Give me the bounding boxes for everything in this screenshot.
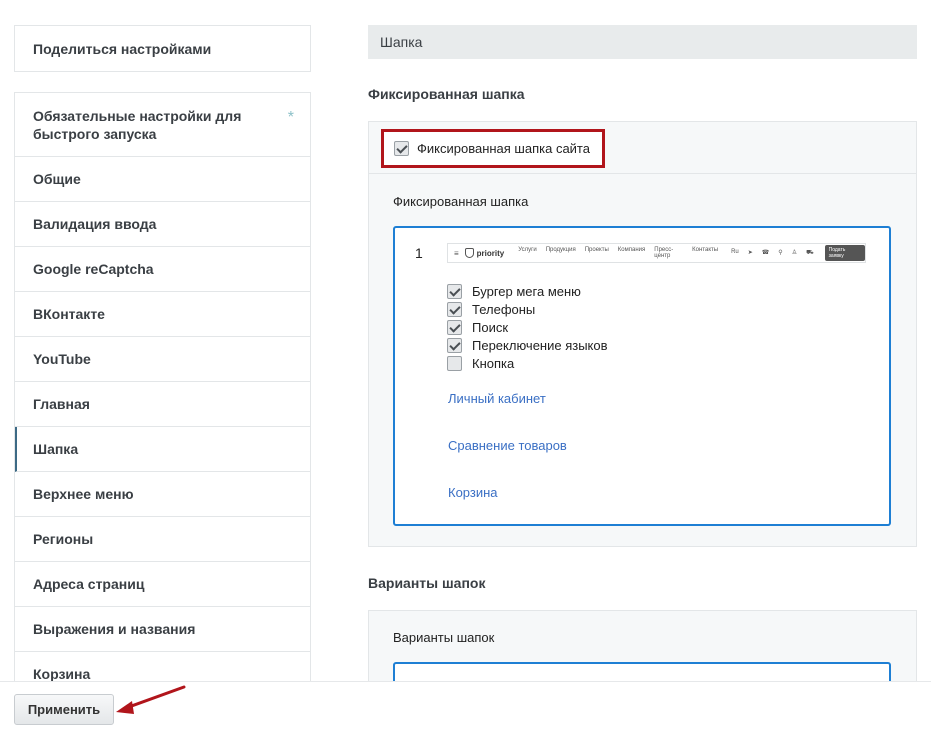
fixed-header-panel: Фиксированная шапка сайта Фиксированная …: [368, 121, 917, 547]
sidebar-item-label: Корзина: [33, 666, 91, 682]
fixed-header-checkbox-label: Фиксированная шапка сайта: [417, 141, 590, 156]
sidebar-item-vkontakte[interactable]: ВКонтакте: [15, 292, 310, 337]
preview-nav-item: Компания: [617, 247, 646, 253]
sidebar-item-label: Google reCaptcha: [33, 261, 154, 277]
option-checkbox[interactable]: [447, 337, 462, 353]
share-settings-label: Поделиться настройками: [33, 41, 212, 57]
sidebar-item-top-menu[interactable]: Верхнее меню: [15, 472, 310, 517]
option-checkbox[interactable]: [447, 355, 462, 371]
option-checkbox[interactable]: [447, 283, 462, 299]
sidebar-item-phrases[interactable]: Выражения и названия: [15, 607, 310, 652]
preview-nav-item: Продукция: [545, 247, 576, 253]
shield-icon: [464, 248, 474, 258]
option-language-switch[interactable]: Переключение языков: [447, 336, 608, 354]
sidebar-item-label: ВКонтакте: [33, 306, 105, 322]
option-burger-menu[interactable]: Бургер мега меню: [447, 282, 608, 300]
header-variants-panel-label: Варианты шапок: [393, 630, 495, 645]
sidebar-item-header[interactable]: Шапка: [15, 427, 310, 472]
preview-request-button: Подать заявку: [824, 245, 865, 261]
sidebar-item-quick-start[interactable]: Обязательные настройки для быстрого запу…: [15, 93, 310, 157]
sidebar-item-recaptcha[interactable]: Google reCaptcha: [15, 247, 310, 292]
option-search[interactable]: Поиск: [447, 318, 608, 336]
fixed-header-toggle-row: Фиксированная шапка сайта: [369, 122, 916, 174]
preview-nav-item: Пресс-центр: [654, 247, 674, 259]
preview-nav: Услуги Продукция Проекты Компания Пресс-…: [518, 247, 727, 259]
fixed-header-heading: Фиксированная шапка: [368, 86, 525, 102]
sidebar-item-regions[interactable]: Регионы: [15, 517, 310, 562]
option-button[interactable]: Кнопка: [447, 354, 608, 372]
sidebar-item-label: Адреса страниц: [33, 576, 145, 592]
fixed-header-panel-label: Фиксированная шапка: [393, 194, 529, 209]
sidebar-item-youtube[interactable]: YouTube: [15, 337, 310, 382]
preview-logo-text: priority: [476, 248, 505, 258]
sidebar-item-label: Выражения и названия: [33, 621, 196, 637]
link-compare-products[interactable]: Сравнение товаров: [448, 438, 567, 453]
option-label: Переключение языков: [472, 337, 608, 353]
preview-nav-item: Услуги: [518, 247, 537, 253]
header-preview: ≡ priority Услуги Продукция Проекты Комп…: [447, 243, 866, 263]
sidebar-item-label: Шапка: [33, 441, 79, 457]
fixed-header-checkbox-highlight[interactable]: Фиксированная шапка сайта: [381, 129, 605, 168]
sidebar-item-general[interactable]: Общие: [15, 157, 310, 202]
section-title-text: Шапка: [380, 34, 423, 50]
sidebar-item-label: YouTube: [33, 351, 91, 367]
preview-logo: priority: [464, 248, 505, 258]
preview-icons: Ru ➤ ☎ ⚲ ♙ ⛟: [731, 249, 823, 257]
send-icon: ➤: [747, 250, 753, 256]
preview-lang: Ru: [731, 249, 739, 255]
variant-options: Бургер мега меню Телефоны Поиск Переключ…: [447, 282, 608, 372]
sidebar-item-page-addresses[interactable]: Адреса страниц: [15, 562, 310, 607]
header-variant-card[interactable]: 1 ≡ priority Услуги Продукция Проекты Ко…: [393, 226, 891, 526]
sidebar-item-label: Обязательные настройки для быстрого запу…: [33, 107, 242, 142]
sidebar-item-main-page[interactable]: Главная: [15, 382, 310, 427]
sidebar-item-label: Валидация ввода: [33, 216, 157, 232]
option-label: Поиск: [472, 319, 509, 335]
phone-icon: ☎: [761, 250, 770, 256]
section-title: Шапка: [368, 25, 917, 59]
burger-icon: ≡: [454, 248, 459, 258]
required-star-icon: *: [287, 109, 294, 126]
sidebar-item-label: Верхнее меню: [33, 486, 134, 502]
share-settings-button[interactable]: Поделиться настройками: [14, 25, 311, 72]
preview-nav-item: Контакты: [692, 247, 719, 253]
option-phones[interactable]: Телефоны: [447, 300, 608, 318]
option-label: Телефоны: [472, 301, 536, 317]
link-personal-account[interactable]: Личный кабинет: [448, 391, 546, 406]
option-checkbox[interactable]: [447, 319, 462, 335]
variant-number: 1: [415, 245, 423, 261]
sidebar-item-label: Регионы: [33, 531, 94, 547]
search-icon: ⚲: [778, 250, 783, 256]
option-label: Бургер мега меню: [472, 283, 581, 299]
user-icon: ♙: [791, 250, 798, 256]
link-cart[interactable]: Корзина: [448, 485, 498, 500]
pointer-arrow-icon: [116, 685, 186, 714]
sidebar-item-label: Общие: [33, 171, 81, 187]
preview-nav-item: Проекты: [584, 247, 609, 253]
option-label: Кнопка: [472, 355, 515, 371]
header-variants-heading: Варианты шапок: [368, 575, 486, 591]
sidebar-item-label: Главная: [33, 396, 90, 412]
sidebar-item-input-validation[interactable]: Валидация ввода: [15, 202, 310, 247]
fixed-header-checkbox[interactable]: [394, 141, 409, 156]
settings-sidebar: Обязательные настройки для быстрого запу…: [14, 92, 311, 692]
apply-button[interactable]: Применить: [14, 694, 114, 725]
cart-icon: ⛟: [806, 250, 814, 256]
option-checkbox[interactable]: [447, 301, 462, 317]
